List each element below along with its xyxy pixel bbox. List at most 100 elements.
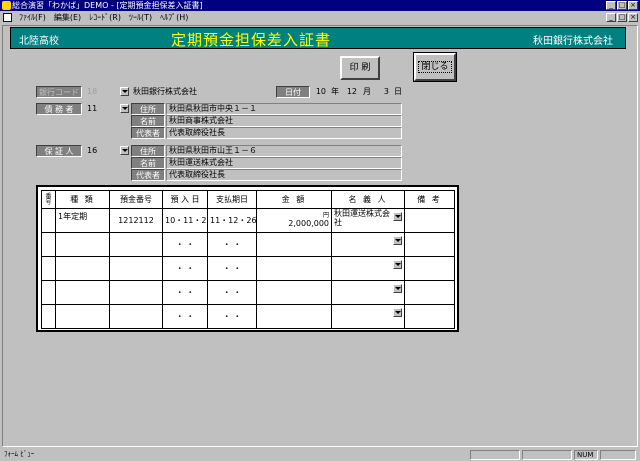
minimize-button[interactable]: _ — [606, 1, 616, 10]
debtor-dropdown-button[interactable] — [120, 104, 129, 113]
row-amount[interactable] — [256, 232, 332, 257]
row-deposit-number[interactable] — [109, 256, 163, 281]
bank-dropdown-button[interactable] — [120, 87, 129, 96]
row-no[interactable] — [41, 256, 56, 281]
menu-file[interactable]: ﾌｧｲﾙ(F) — [15, 11, 50, 24]
guarantor-rep-label: 代表者 — [131, 169, 165, 181]
close-form-label: 閉じる — [418, 61, 452, 73]
guarantor-address-label: 住所 — [131, 145, 165, 157]
maximize-button[interactable]: □ — [617, 1, 627, 10]
row-kind[interactable]: 1年定期 — [55, 208, 110, 233]
date-label: 日付 — [276, 86, 310, 98]
date-month[interactable]: 12 — [342, 86, 358, 98]
row-holder[interactable]: 秋田運送株式会社 — [331, 208, 405, 233]
guarantor-name-label: 名前 — [131, 157, 165, 169]
row-note[interactable] — [404, 256, 455, 281]
row-deposit-date[interactable]: ・ ・ — [162, 280, 208, 305]
row-no[interactable] — [41, 232, 56, 257]
row-holder[interactable] — [331, 304, 405, 329]
window-title: 総合演習「わかば」DEMO - [定期預金担保差入証書] — [12, 1, 203, 10]
doc-restore-button[interactable]: □ — [617, 13, 627, 22]
school-name: 北陸高校 — [19, 36, 59, 47]
row-due-date[interactable]: 11・12・26 — [207, 208, 257, 233]
col-header-number: 番号 — [41, 190, 56, 209]
row-no[interactable] — [41, 208, 56, 233]
menu-tools[interactable]: ﾂｰﾙ(T) — [125, 11, 156, 24]
col-header-holder: 名 義 人 — [331, 190, 405, 209]
document-icon[interactable] — [3, 13, 12, 22]
row-no[interactable] — [41, 280, 56, 305]
guarantor-label: 保 証 人 — [36, 145, 82, 157]
guarantor-name: 秋田運送株式会社 — [166, 157, 402, 169]
form-title: 定期預金担保差入証書 — [171, 31, 332, 49]
guarantor-dropdown-button[interactable] — [120, 146, 129, 155]
debtor-label: 債 務 者 — [36, 103, 82, 115]
debtor-address-label: 住所 — [131, 103, 165, 115]
guarantor-rep: 代表取締役社長 — [166, 169, 402, 181]
debtor-rep: 代表取締役社長 — [166, 127, 402, 139]
table-row: ・ ・ ・ ・ — [41, 304, 455, 329]
row-deposit-number[interactable] — [109, 280, 163, 305]
menubar: ﾌｧｲﾙ(F) 編集(E) ﾚｺｰﾄﾞ(R) ﾂｰﾙ(T) ﾍﾙﾌﾟ(H) _ … — [0, 11, 640, 24]
doc-close-button[interactable]: × — [628, 13, 638, 22]
menu-help[interactable]: ﾍﾙﾌﾟ(H) — [156, 11, 192, 24]
row-note[interactable] — [404, 280, 455, 305]
col-header-note: 備 考 — [404, 190, 455, 209]
status-bar: ﾌｫｰﾑ ﾋﾞｭｰ NUM — [0, 449, 640, 461]
status-text: ﾌｫｰﾑ ﾋﾞｭｰ — [4, 450, 35, 458]
table-header-row: 番号 種 類 預金番号 預 入 日 支払期日 金 額 名 義 人 備 考 — [41, 190, 455, 209]
debtor-code[interactable]: 11 — [85, 103, 119, 115]
row-note[interactable] — [404, 232, 455, 257]
row-deposit-date[interactable]: ・ ・ — [162, 232, 208, 257]
bank-code-value[interactable]: 18 — [85, 86, 119, 98]
row-deposit-number[interactable] — [109, 232, 163, 257]
doc-minimize-button[interactable]: _ — [606, 13, 616, 22]
row-holder[interactable] — [331, 232, 405, 257]
row-deposit-number[interactable] — [109, 304, 163, 329]
debtor-rep-label: 代表者 — [131, 127, 165, 139]
row-deposit-date[interactable]: ・ ・ — [162, 256, 208, 281]
row-amount[interactable] — [256, 256, 332, 281]
table-row: 1年定期 1212112 10・11・26 11・12・26 円 2,000,00… — [41, 208, 455, 233]
row-due-date[interactable]: ・ ・ — [207, 304, 257, 329]
row-holder-value: 秋田運送株式会社 — [334, 209, 390, 228]
debtor-name-label: 名前 — [131, 115, 165, 127]
date-year[interactable]: 10 — [313, 86, 327, 98]
holder-dropdown-button[interactable] — [393, 236, 402, 245]
row-deposit-date[interactable]: ・ ・ — [162, 304, 208, 329]
row-kind[interactable] — [55, 256, 110, 281]
guarantor-code[interactable]: 16 — [85, 145, 119, 157]
row-no[interactable] — [41, 304, 56, 329]
app-icon[interactable] — [2, 1, 11, 10]
row-note[interactable] — [404, 304, 455, 329]
row-kind[interactable] — [55, 304, 110, 329]
row-due-date[interactable]: ・ ・ — [207, 232, 257, 257]
row-amount[interactable] — [256, 304, 332, 329]
close-window-button[interactable]: × — [628, 1, 638, 10]
holder-dropdown-button[interactable] — [393, 308, 402, 317]
row-amount[interactable] — [256, 280, 332, 305]
month-unit: 月 — [363, 87, 371, 96]
table-row: ・ ・ ・ ・ — [41, 280, 455, 305]
row-note[interactable] — [404, 208, 455, 233]
col-header-deposit-date: 預 入 日 — [162, 190, 208, 209]
guarantor-address: 秋田県秋田市山王１－６ — [166, 145, 402, 157]
bank-code-label: 銀行コード — [36, 86, 82, 98]
holder-dropdown-button[interactable] — [393, 284, 402, 293]
row-holder[interactable] — [331, 256, 405, 281]
row-kind[interactable] — [55, 232, 110, 257]
print-button[interactable]: 印 刷 — [340, 56, 380, 80]
menu-edit[interactable]: 編集(E) — [50, 11, 85, 24]
row-kind[interactable] — [55, 280, 110, 305]
row-due-date[interactable]: ・ ・ — [207, 256, 257, 281]
row-deposit-date[interactable]: 10・11・26 — [162, 208, 208, 233]
row-deposit-number[interactable]: 1212112 — [109, 208, 163, 233]
holder-dropdown-button[interactable] — [393, 260, 402, 269]
date-day[interactable]: 3 — [374, 86, 390, 98]
row-amount[interactable]: 円 2,000,000 — [256, 208, 332, 233]
holder-dropdown-button[interactable] — [393, 212, 402, 221]
menu-record[interactable]: ﾚｺｰﾄﾞ(R) — [85, 11, 125, 24]
close-form-button[interactable]: 閉じる — [413, 52, 457, 82]
row-due-date[interactable]: ・ ・ — [207, 280, 257, 305]
row-holder[interactable] — [331, 280, 405, 305]
